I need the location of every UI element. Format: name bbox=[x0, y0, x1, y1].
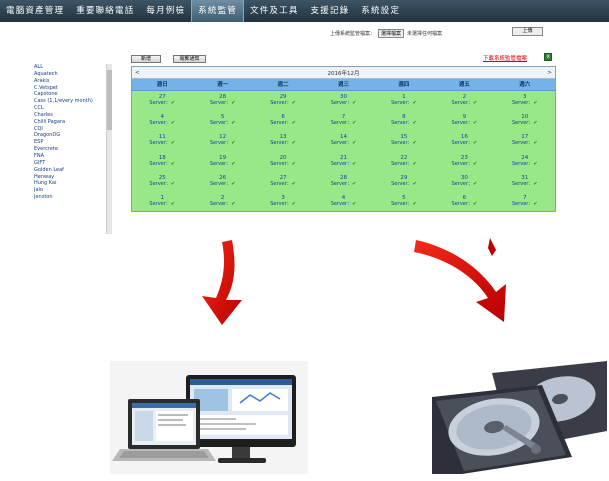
arrow-tail-icon bbox=[488, 238, 496, 256]
left-arrow-icon bbox=[202, 240, 242, 325]
hard-drives-image bbox=[432, 361, 607, 474]
laptop-monitor-image bbox=[110, 361, 308, 474]
